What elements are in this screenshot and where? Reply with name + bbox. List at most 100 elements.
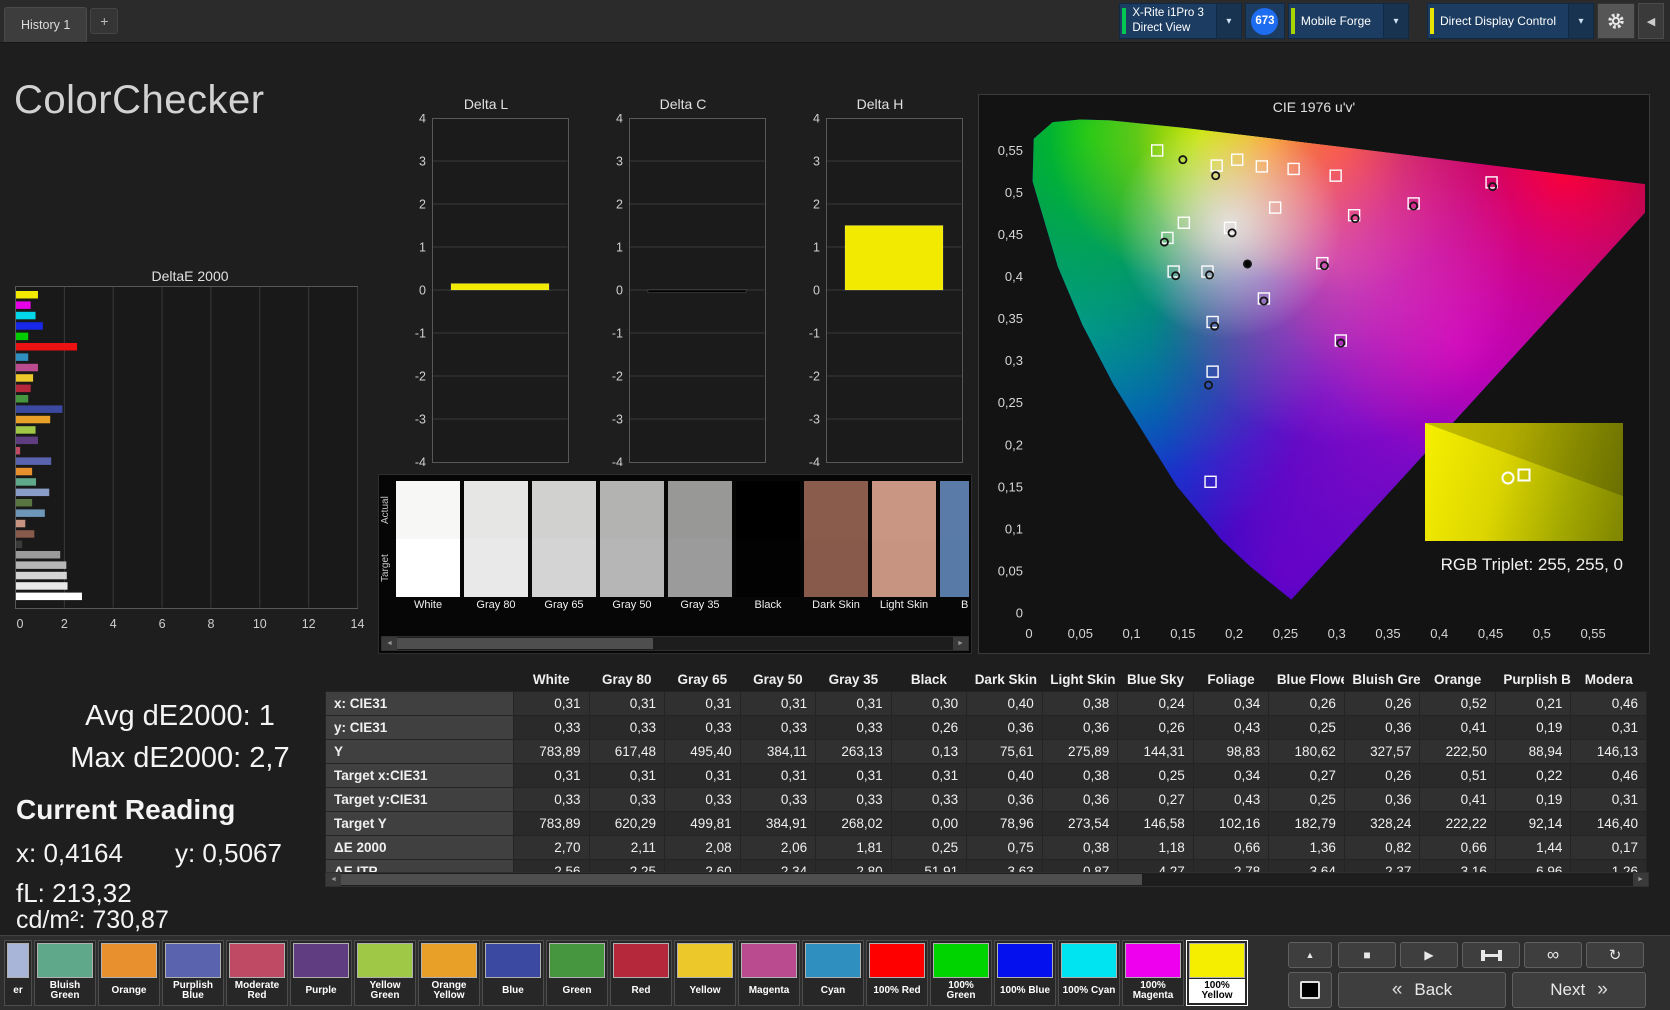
swatch-actual [736,481,800,539]
next-button[interactable]: Next » [1512,972,1646,1008]
patch-button-orange-yellow[interactable]: Orange Yellow [418,940,480,1006]
swatch-target [532,539,596,597]
patch-label: Cyan [820,984,846,996]
table-scrollbar[interactable]: ◄ ► [325,872,1649,887]
chevron-down-icon[interactable]: ▾ [1382,4,1408,38]
chevron-down-icon[interactable]: ▾ [1215,4,1241,38]
swatch-actual [668,481,732,539]
meter-device-button[interactable]: X-Rite i1Pro 3 Direct View ▾ [1119,3,1242,39]
table-cell: 783,89 [513,739,590,764]
svg-text:-1: -1 [612,327,623,341]
patch-button-yellow[interactable]: Yellow [674,940,736,1006]
patch-button-green[interactable]: Green [546,940,608,1006]
pause-button[interactable] [1462,942,1520,968]
patch-swatch [1189,943,1245,978]
tab-history-1[interactable]: History 1 [4,7,88,42]
delta-l-chart-area: 4 3 2 1 0 -1 -2 -3 -4 [400,112,572,471]
patch-button-100-yellow[interactable]: 100% Yellow [1186,940,1248,1006]
actual-row-label: Actual [380,496,391,524]
deltae-bar [16,467,33,476]
swatch-label: Gray 65 [544,599,584,611]
display-control-button[interactable]: Direct Display Control ▾ [1426,3,1594,39]
patch-label: Bluish Green [49,979,81,1001]
scrollbar-thumb[interactable] [397,638,653,649]
deltae-bar [16,332,29,341]
settings-button[interactable] [1597,3,1635,39]
table-cell: 0,36 [1343,715,1421,740]
patch-button-orange[interactable]: Orange [98,940,160,1006]
pause-icon [1480,949,1502,961]
table-cell: 0,82 [1343,835,1421,860]
display-accent-strip [1429,8,1434,34]
table-cell: 0,36 [966,787,1043,812]
table-cell: 0,30 [890,691,968,716]
scroll-left-button[interactable]: ◄ [382,637,397,650]
table-row-label: Target Y [325,811,514,836]
swatch-actual [600,481,664,539]
delta-c-chart-area: 4 3 2 1 0 -1 -2 -3 -4 [597,112,769,471]
continuous-read-button[interactable]: ∞ [1524,942,1582,968]
current-reading-label: Current Re­ading [16,794,236,825]
scroll-up-button[interactable]: ▲ [1288,942,1332,968]
cie-xtick: 0,1 [1123,626,1141,641]
svg-text:8: 8 [207,617,214,631]
chevron-down-icon[interactable]: ▾ [1568,4,1593,38]
patch-button-100-green[interactable]: 100% Green [930,940,992,1006]
svg-text:-4: -4 [809,456,820,467]
display-control-label: Direct Display Control [1439,14,1556,28]
patch-button-moderate-red[interactable]: Moderate Red [226,940,288,1006]
table-column-header: Gray 65 [664,668,741,692]
patch-button-red[interactable]: Red [610,940,672,1006]
bottom-bar: er Bluish Green Orange Purplish Blue Moderat… [0,935,1670,1010]
deltae2000-chart-group: DeltaE 2000 0 2 4 6 8 10 12 14 [14,268,366,641]
delta_l-bar [450,283,550,291]
collapse-panel-button[interactable]: ◀ [1638,3,1664,39]
back-button[interactable]: « Back [1338,972,1506,1008]
table-row-label: Target x:CIE31 [325,763,514,788]
pattern-source-button[interactable]: Mobile Forge ▾ [1287,3,1409,39]
patch-label: Magenta [748,984,790,996]
new-tab-button[interactable]: + [90,8,119,34]
scrollbar-track[interactable] [341,873,1633,886]
scroll-right-button[interactable]: ► [953,637,968,650]
table-cell: 0,13 [890,739,968,764]
table-cell: 0,31 [513,763,590,788]
loop-button[interactable]: ↻ [1586,942,1644,968]
table-cell: 0,40 [966,763,1043,788]
table-column-header: White [513,668,590,692]
patch-button-100-cyan[interactable]: 100% Cyan [1058,940,1120,1006]
stop-button[interactable]: ■ [1338,942,1396,968]
patch-button-cyan[interactable]: Cyan [802,940,864,1006]
patch-label: er [13,984,23,996]
patch-button-magenta[interactable]: Magenta [738,940,800,1006]
scrollbar-track[interactable] [397,637,953,650]
display-window-button[interactable] [1288,972,1332,1008]
table-cell: 102,16 [1192,811,1270,836]
table-cell: 499,81 [664,811,741,836]
scrollbar-thumb[interactable] [341,874,1143,885]
swatch-scrollbar[interactable]: ◄ ► [381,636,969,651]
deltae-bar [16,509,45,517]
svg-text:4: 4 [110,617,117,631]
cie-xtick: 0,2 [1225,626,1243,641]
patch-button-blue[interactable]: Blue [482,940,544,1006]
scroll-left-button[interactable]: ◄ [326,873,341,886]
pattern-accent-strip [1290,8,1295,34]
scroll-right-button[interactable]: ► [1633,873,1648,886]
patch-button-100-blue[interactable]: 100% Blue [994,940,1056,1006]
patch-button-100-magenta[interactable]: 100% Magenta [1122,940,1184,1006]
play-button[interactable]: ▶ [1400,942,1458,968]
patch-button-yellow-green[interactable]: Yellow Green [354,940,416,1006]
patch-button-purple[interactable]: Purple [290,940,352,1006]
patch-button-bluish-green[interactable]: Bluish Green [34,940,96,1006]
table-corner [325,668,514,692]
table-cell: 0,38 [1041,763,1119,788]
table-cell: 182,79 [1268,811,1345,836]
patch-button-er[interactable]: er [4,940,32,1006]
patch-button-100-red[interactable]: 100% Red [866,940,928,1006]
table-cell: 0,17 [1570,835,1647,860]
patch-button-purplish-blue[interactable]: Purplish Blue [162,940,224,1006]
swatch-label: Black [754,599,782,611]
deltae-bar [16,571,67,580]
svg-text:4: 4 [419,114,426,126]
